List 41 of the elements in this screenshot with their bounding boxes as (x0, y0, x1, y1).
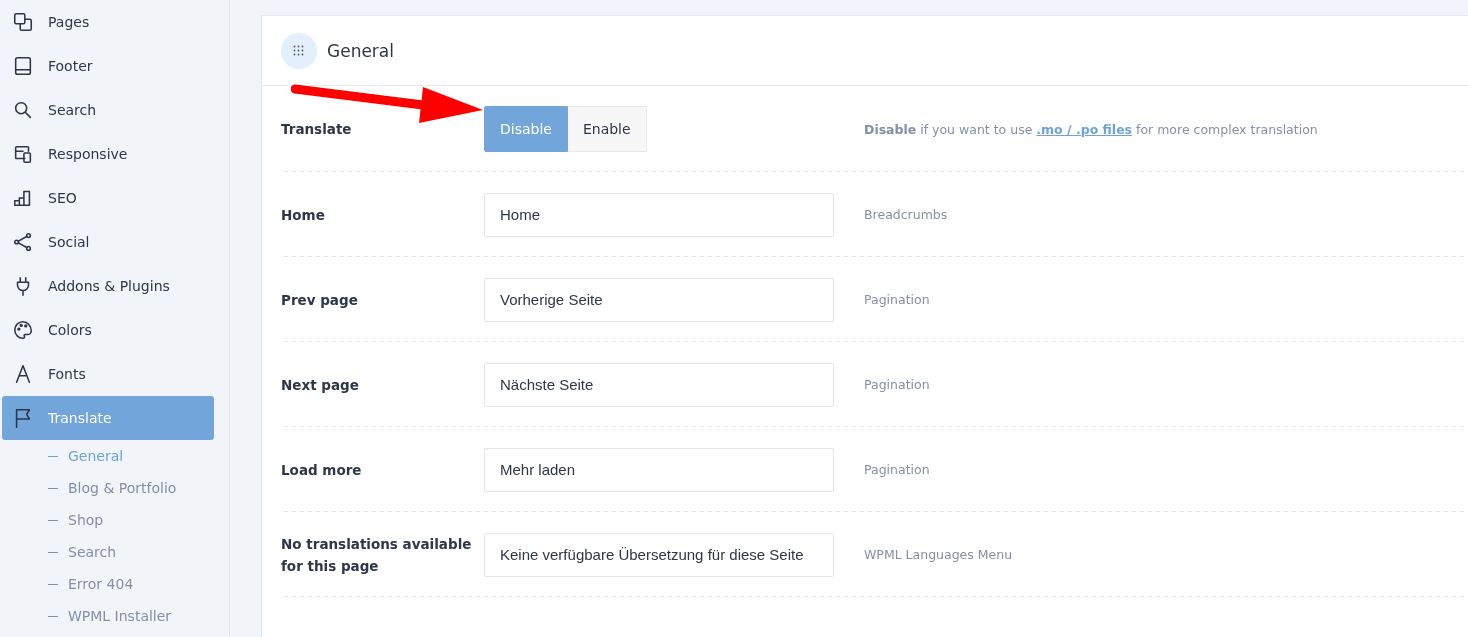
field-label: Translate (281, 120, 353, 139)
text-field[interactable]: Vorherige Seite (484, 277, 834, 322)
text-field[interactable]: Home (484, 192, 834, 237)
field-label: Home (281, 205, 326, 225)
hint-text: Pagination (864, 292, 931, 307)
field-label: Prev page (281, 290, 359, 310)
toggle-option[interactable]: Enable (567, 106, 647, 152)
hint-text: Disable if you want to use .mo / .po files for more complex translation (864, 121, 1319, 137)
dash-icon (48, 551, 58, 553)
dash-icon (48, 519, 58, 521)
section-title: General (327, 40, 394, 61)
dash-icon (48, 455, 58, 457)
dash-icon (48, 487, 58, 489)
sidebar-item[interactable]: Addons & Plugins (2, 264, 214, 308)
text-field[interactable]: Keine verfügbare Übersetzung für diese Seite (484, 532, 834, 577)
sidebar-item[interactable]: Colors (2, 308, 214, 352)
sidebar-item[interactable]: Footer (2, 44, 214, 88)
text-field[interactable]: Mehr laden (484, 447, 834, 492)
grid-dots-icon (281, 32, 317, 69)
text-field[interactable]: Nächste Seite (484, 362, 834, 407)
sidebar-item[interactable]: Social (2, 220, 214, 264)
responsive-icon (12, 143, 34, 165)
hint-text: Pagination (864, 462, 931, 477)
sidebar-item[interactable]: SEO (2, 176, 214, 220)
field-label: No translations available for this page (281, 534, 473, 576)
palette-icon (12, 319, 34, 341)
hint-text: WPML Languages Menu (864, 547, 1014, 562)
dash-icon (48, 615, 58, 617)
footer-icon (12, 55, 34, 77)
hint-text: Pagination (864, 377, 931, 392)
sidebar-item[interactable]: Pages (2, 0, 214, 44)
sidebar-item[interactable]: Search (2, 88, 214, 132)
field-label: Load more (281, 460, 363, 480)
pages-icon (12, 11, 34, 33)
hint-text: Breadcrumbs (864, 207, 949, 222)
sidebar-item[interactable]: Responsive (2, 132, 214, 176)
search-icon (12, 99, 34, 121)
share-icon (12, 231, 34, 253)
sidebar-item[interactable]: Fonts (2, 352, 214, 396)
field-label: Next page (281, 375, 360, 395)
dash-icon (48, 583, 58, 585)
